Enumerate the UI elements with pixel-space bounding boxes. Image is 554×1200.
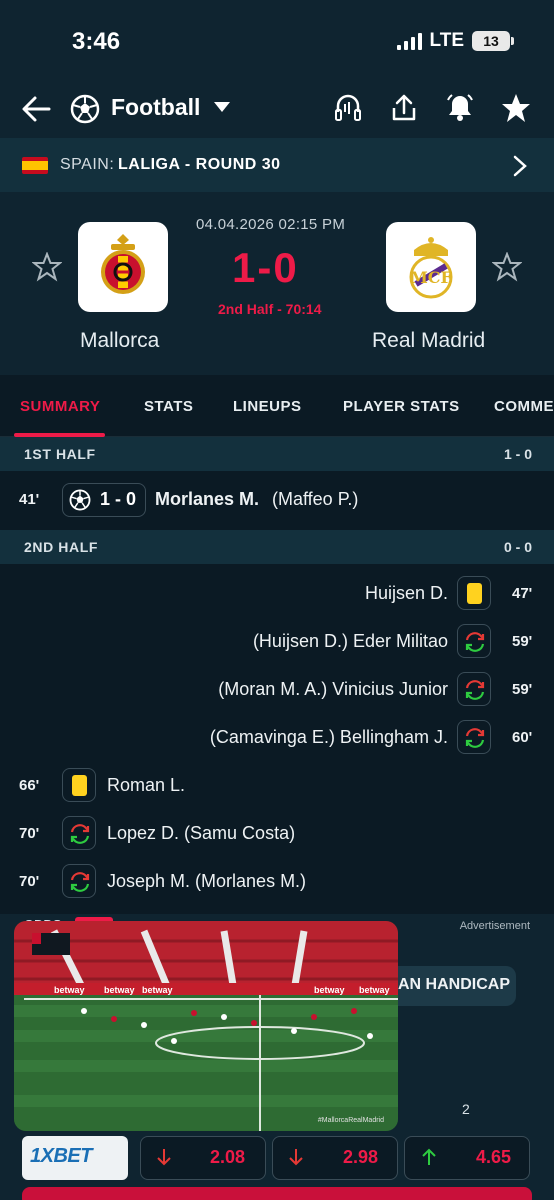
- real-madrid-logo-icon: MCF: [409, 237, 453, 299]
- spain-flag-icon: [22, 157, 48, 174]
- arrow-down-icon: [157, 1149, 171, 1166]
- event-minute: 41': [19, 491, 40, 508]
- event-player[interactable]: (Camavinga E.) Bellingham J.: [210, 727, 448, 748]
- event-minute: 60': [512, 729, 533, 746]
- network-label: LTE: [429, 30, 464, 51]
- svg-text:MCF: MCF: [410, 268, 452, 287]
- league-country: SPAIN:: [60, 156, 115, 173]
- ad-board-3: betway: [142, 985, 173, 995]
- home-team-name[interactable]: Mallorca: [80, 329, 159, 353]
- tab-summary[interactable]: SUMMARY: [20, 398, 100, 415]
- bet-now-button[interactable]: [22, 1187, 532, 1200]
- mallorca-logo-icon: [101, 234, 145, 294]
- yellow-card-icon: [457, 576, 491, 610]
- caret-down-icon[interactable]: [214, 102, 230, 112]
- ad-board-1: betway: [54, 985, 85, 995]
- advertisement-label: Advertisement: [459, 920, 530, 932]
- away-team-name[interactable]: Real Madrid: [372, 329, 485, 353]
- substitution-icon: [62, 816, 96, 850]
- tab-player-stats[interactable]: PLAYER STATS: [343, 398, 460, 415]
- tab-lineups[interactable]: LINEUPS: [233, 398, 302, 415]
- arrow-up-icon: [422, 1148, 436, 1165]
- match-score: 1-0: [232, 244, 299, 291]
- yellow-card-icon: [62, 768, 96, 802]
- second-half-title: 2ND HALF: [24, 539, 99, 555]
- headphones-icon[interactable]: [332, 92, 364, 124]
- arrow-down-icon: [289, 1149, 303, 1166]
- substitution-icon: [62, 864, 96, 898]
- substitution-icon: [457, 672, 491, 706]
- first-half-score: 1 - 0: [503, 446, 532, 462]
- signal-icon: [396, 32, 422, 50]
- video-overlay[interactable]: betway betway betway betway betway #Mall…: [14, 921, 398, 1131]
- sport-selector[interactable]: Football: [111, 94, 200, 121]
- goal-assist[interactable]: (Maffeo P.): [272, 489, 358, 510]
- event-player[interactable]: (Moran M. A.) Vinicius Junior: [218, 679, 448, 700]
- match-video-frame: [14, 921, 398, 1131]
- status-indicators: LTE 13: [396, 30, 514, 52]
- status-bar: 3:46 LTE 13: [0, 0, 554, 80]
- event-player[interactable]: Joseph M. (Morlanes M.): [107, 871, 306, 892]
- ad-board-2: betway: [104, 985, 135, 995]
- away-team-crest[interactable]: MCF: [386, 222, 476, 312]
- away-favorite-star-icon[interactable]: [492, 252, 522, 282]
- substitution-icon: [457, 720, 491, 754]
- first-half-title: 1ST HALF: [24, 446, 96, 462]
- battery-icon: 13: [472, 31, 514, 51]
- ad-board-5: betway: [359, 985, 390, 995]
- tab-commentary[interactable]: COMME: [494, 398, 554, 415]
- odd-value-draw[interactable]: 2.98: [343, 1147, 378, 1168]
- favorite-star-icon[interactable]: [500, 92, 532, 124]
- event-minute: 70': [19, 825, 40, 842]
- handicap-label[interactable]: AN HANDICAP: [398, 976, 510, 994]
- event-player[interactable]: Lopez D. (Samu Costa): [107, 823, 295, 844]
- odd-value-home[interactable]: 2.08: [210, 1147, 245, 1168]
- event-player[interactable]: (Huijsen D.) Eder Militao: [253, 631, 448, 652]
- odd-value-away[interactable]: 4.65: [476, 1147, 511, 1168]
- status-time: 3:46: [72, 28, 121, 55]
- football-icon: [69, 489, 91, 511]
- event-minute: 59': [512, 633, 533, 650]
- chevron-right-icon[interactable]: [512, 154, 528, 178]
- event-player[interactable]: Huijsen D.: [365, 583, 448, 604]
- home-team-crest[interactable]: [78, 222, 168, 312]
- event-minute: 59': [512, 681, 533, 698]
- home-favorite-star-icon[interactable]: [32, 252, 62, 282]
- event-player[interactable]: Roman L.: [107, 775, 185, 796]
- video-watermark: #MallorcaRealMadrid: [317, 1117, 384, 1124]
- bookmaker-name[interactable]: 1XBET: [30, 1145, 92, 1168]
- navigation-bar: Football: [0, 80, 554, 138]
- match-state: 2nd Half - 70:14: [218, 301, 322, 317]
- odds-column-header: 2: [462, 1101, 470, 1117]
- tab-stats[interactable]: STATS: [144, 398, 193, 415]
- goal-running-score: 1 - 0: [100, 489, 137, 509]
- football-icon[interactable]: [70, 94, 100, 124]
- event-minute: 66': [19, 777, 40, 794]
- substitution-icon: [457, 624, 491, 658]
- share-icon[interactable]: [388, 92, 420, 124]
- goal-scorer[interactable]: Morlanes M.: [155, 489, 259, 510]
- match-date: 04.04.2026 02:15 PM: [196, 216, 346, 233]
- league-name[interactable]: LALIGA - ROUND 30: [118, 156, 281, 174]
- event-minute: 70': [19, 873, 40, 890]
- event-minute: 47': [512, 585, 533, 602]
- ad-board-4: betway: [314, 985, 345, 995]
- notifications-icon[interactable]: [444, 92, 476, 124]
- back-arrow-icon[interactable]: [20, 92, 54, 126]
- second-half-score: 0 - 0: [503, 539, 532, 555]
